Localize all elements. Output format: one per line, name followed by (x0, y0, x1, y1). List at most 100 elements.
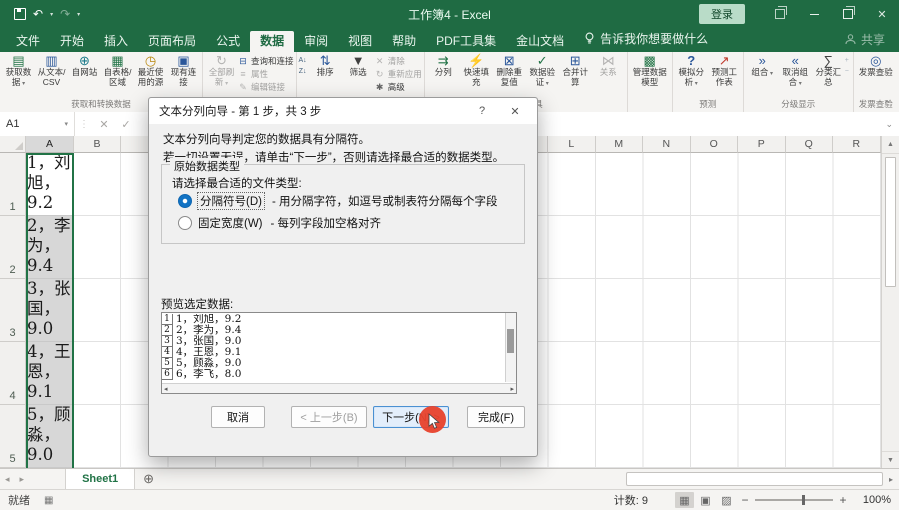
h-scroll-right-icon[interactable]: ▸ (883, 475, 899, 484)
from-table-range-button[interactable]: ▦ 自表格/区域 (101, 53, 134, 87)
new-sheet-icon[interactable]: ⊕ (135, 471, 162, 487)
tab-help[interactable]: 帮助 (382, 31, 426, 52)
save-icon[interactable] (14, 8, 26, 20)
fixed-width-radio-row[interactable]: 固定宽度(W) - 每列字段加空格对齐 (178, 215, 381, 231)
page-layout-view-icon[interactable]: ▣ (696, 492, 715, 508)
tell-me-box[interactable]: 告诉我你想要做什么 (574, 26, 718, 52)
preview-scroll-thumb[interactable] (507, 329, 514, 353)
remove-duplicates-button[interactable]: ⊠ 删除重复值 (493, 53, 526, 87)
share-button[interactable]: 共享 (845, 31, 885, 52)
cell-a5[interactable]: 5，顾淼，9.0 (26, 405, 74, 468)
tab-data[interactable]: 数据 (250, 31, 294, 52)
column-header-o[interactable]: O (691, 136, 739, 153)
tab-insert[interactable]: 插入 (94, 31, 138, 52)
manage-data-model-button[interactable]: ▩ 管理数据模型 (630, 53, 670, 87)
sheet-nav-left-icon[interactable]: ◂ (0, 474, 15, 485)
ribbon-display-options-button[interactable] (763, 0, 797, 28)
ungroup-button[interactable]: « 取消组合 (779, 53, 812, 87)
scroll-down-icon[interactable]: ▼ (882, 451, 899, 468)
cancel-button[interactable]: 取消 (211, 406, 265, 428)
group-button[interactable]: » 组合 (746, 53, 779, 78)
expand-formula-bar-icon[interactable]: ⌄ (885, 119, 893, 130)
minimize-button[interactable] (797, 0, 831, 28)
undo-caret-icon[interactable]: ▾ (50, 11, 53, 18)
tab-home[interactable]: 开始 (50, 31, 94, 52)
finish-button[interactable]: 完成(F) (467, 406, 525, 428)
sort-ascending-icon[interactable]: A↓ (299, 56, 307, 65)
sign-in-button[interactable]: 登录 (699, 4, 745, 24)
sheet-nav-right-icon[interactable]: ▸ (15, 474, 30, 485)
advanced-filter-button[interactable]: ✱ 高级 (375, 81, 422, 93)
sort-descending-icon[interactable]: Z↓ (299, 67, 307, 76)
what-if-analysis-button[interactable]: ? 模拟分析 (675, 53, 708, 87)
invoice-check-button[interactable]: ◎ 发票查验 (856, 53, 896, 78)
column-header-b[interactable]: B (74, 136, 121, 153)
fixed-width-radio[interactable] (178, 216, 192, 230)
vertical-scroll-thumb[interactable] (885, 157, 896, 287)
preview-horizontal-scrollbar[interactable]: ◂ ▸ (162, 383, 516, 393)
delimited-radio[interactable] (178, 194, 192, 208)
tab-review[interactable]: 审阅 (294, 31, 338, 52)
zoom-in-icon[interactable]: + (835, 493, 851, 507)
zoom-level[interactable]: 100% (851, 494, 891, 506)
tab-page-layout[interactable]: 页面布局 (138, 31, 206, 52)
preview-vertical-scrollbar[interactable] (505, 313, 516, 382)
get-data-button[interactable]: ▤ 获取数据 (2, 53, 35, 87)
data-preview-box[interactable]: 11，刘旭，9.2 22，李为，9.4 33，张国，9.0 44，王恩，9.1 … (161, 312, 517, 394)
close-button[interactable]: ✕ (865, 0, 899, 28)
zoom-slider[interactable] (755, 499, 833, 501)
tab-file[interactable]: 文件 (6, 31, 50, 52)
scroll-up-icon[interactable]: ▲ (882, 136, 899, 154)
row-header-2[interactable]: 2 (0, 216, 26, 279)
collapse-ribbon-icon[interactable]: ⌃ (883, 99, 891, 110)
name-box-dropdown-icon[interactable]: ▾ (64, 120, 68, 128)
tab-kingsoft-docs[interactable]: 金山文档 (506, 31, 574, 52)
column-header-a[interactable]: A (26, 136, 74, 153)
row-header-4[interactable]: 4 (0, 342, 26, 405)
sort-button[interactable]: ⇅ 排序 (309, 53, 342, 78)
qat-customize-icon[interactable]: ▾ (77, 11, 80, 18)
subtotal-button[interactable]: ∑ 分类汇总 (812, 53, 845, 87)
column-header-n[interactable]: N (643, 136, 691, 153)
normal-view-icon[interactable]: ▦ (675, 492, 694, 508)
filter-button[interactable]: ▼ 筛选 (342, 53, 375, 78)
dialog-help-button[interactable]: ? (467, 105, 497, 117)
column-header-q[interactable]: Q (786, 136, 834, 153)
column-header-l[interactable]: L (548, 136, 596, 153)
queries-connections-button[interactable]: ⊟ 查询和连接 (238, 55, 294, 67)
page-break-view-icon[interactable]: ▨ (717, 492, 736, 508)
zoom-out-icon[interactable]: − (737, 493, 753, 507)
row-header-5[interactable]: 5 (0, 405, 26, 468)
column-header-p[interactable]: P (738, 136, 786, 153)
tab-pdf-tools[interactable]: PDF工具集 (426, 31, 506, 52)
tab-formulas[interactable]: 公式 (206, 31, 250, 52)
preview-scroll-right-icon[interactable]: ▸ (510, 385, 514, 393)
horizontal-scroll-thumb[interactable] (626, 472, 883, 486)
from-web-button[interactable]: ⊕ 自网站 (68, 53, 101, 78)
row-header-3[interactable]: 3 (0, 279, 26, 342)
from-text-csv-button[interactable]: ▥ 从文本/CSV (35, 53, 68, 87)
recent-sources-button[interactable]: ◷ 最近使用的源 (134, 53, 167, 87)
column-header-r[interactable]: R (833, 136, 881, 153)
row-header-1[interactable]: 1 (0, 153, 26, 216)
restore-button[interactable] (831, 0, 865, 28)
select-all-corner[interactable] (0, 136, 26, 153)
existing-connections-button[interactable]: ▣ 现有连接 (167, 53, 200, 87)
fixed-width-radio-label[interactable]: 固定宽度(W) (198, 215, 263, 231)
text-to-columns-button[interactable]: ⇉ 分列 (427, 53, 460, 78)
delimited-radio-row[interactable]: 分隔符号(D) - 用分隔字符，如逗号或制表符分隔每个字段 (178, 193, 498, 209)
consolidate-button[interactable]: ⊞ 合并计算 (559, 53, 592, 87)
cell-a2[interactable]: 2，李为，9.4 (26, 216, 74, 279)
forecast-sheet-button[interactable]: ↗ 预测工作表 (708, 53, 741, 87)
cell-a3[interactable]: 3，张国，9.0 (26, 279, 74, 342)
cell-a1[interactable]: 1，刘旭，9.2 (26, 153, 74, 216)
column-header-m[interactable]: M (596, 136, 644, 153)
flash-fill-button[interactable]: ⚡ 快速填充 (460, 53, 493, 87)
tab-view[interactable]: 视图 (338, 31, 382, 52)
delimited-radio-label[interactable]: 分隔符号(D) (198, 193, 264, 209)
accessibility-icon[interactable]: ▦ (44, 495, 53, 506)
dialog-close-button[interactable]: ✕ (497, 105, 537, 118)
undo-icon[interactable]: ↶ (33, 8, 43, 20)
cell-a4[interactable]: 4，王恩，9.1 (26, 342, 74, 405)
vertical-scrollbar[interactable]: ▲ ▼ (881, 136, 899, 468)
